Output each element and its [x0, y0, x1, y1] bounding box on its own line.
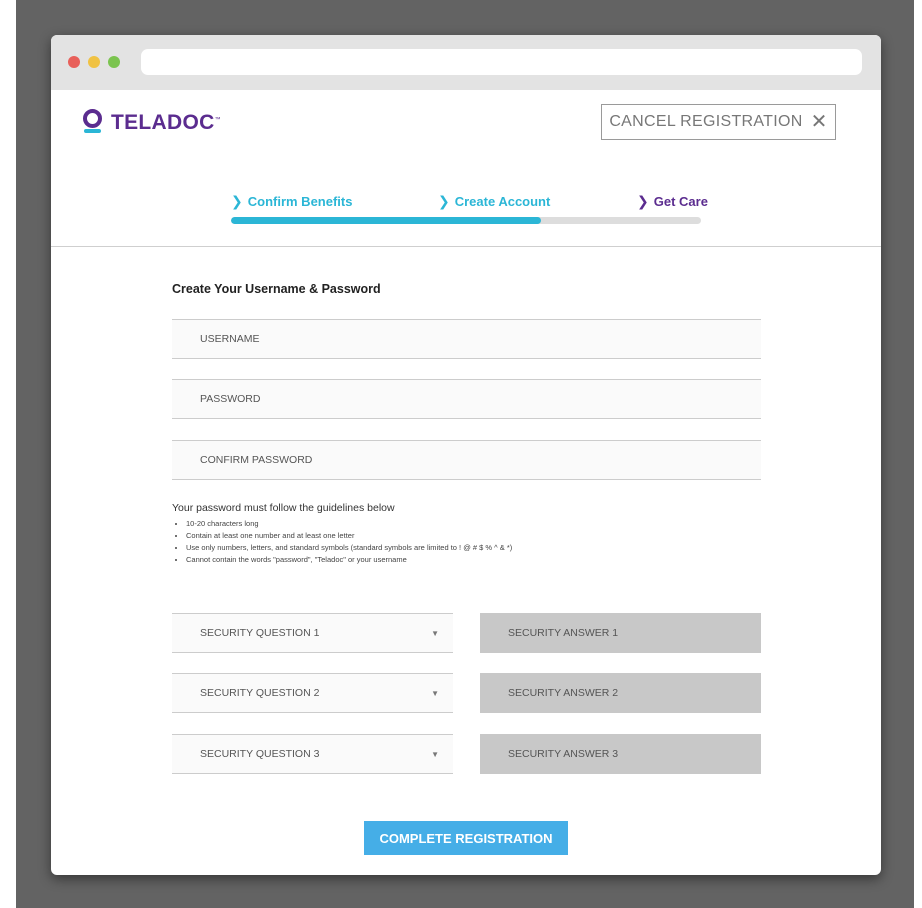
security-question-label: SECURITY QUESTION 2 [200, 687, 320, 699]
confirm-password-input[interactable] [172, 441, 761, 479]
caret-down-icon: ▼ [431, 628, 439, 638]
step-label: Create Account [454, 194, 551, 209]
step-create-account[interactable]: ❯ Create Account [438, 193, 550, 210]
registration-progress-bar [231, 217, 701, 224]
security-question-label: SECURITY QUESTION 1 [200, 627, 320, 639]
guidelines-list: 10-20 characters long Contain at least o… [172, 518, 512, 566]
security-answer-3-input[interactable] [480, 734, 761, 774]
address-bar[interactable] [141, 49, 862, 75]
security-answer-2-wrapper [480, 673, 761, 713]
window-maximize-dot[interactable] [108, 56, 120, 68]
chevron-right-icon: ❯ [637, 193, 649, 209]
chevron-right-icon: ❯ [438, 193, 450, 209]
password-field-wrapper [172, 379, 761, 419]
teladoc-logo[interactable]: TELADOC™ [83, 107, 221, 136]
security-answer-1-wrapper [480, 613, 761, 653]
security-answer-3-wrapper [480, 734, 761, 774]
caret-down-icon: ▼ [431, 688, 439, 698]
cancel-registration-label: CANCEL REGISTRATION [609, 113, 803, 130]
security-question-3-select[interactable]: SECURITY QUESTION 3 ▼ [172, 734, 453, 774]
window-minimize-dot[interactable] [88, 56, 100, 68]
guideline-item: Contain at least one number and at least… [186, 530, 512, 542]
chevron-right-icon: ❯ [231, 193, 243, 209]
header-divider [51, 246, 881, 247]
step-get-care[interactable]: ❯ Get Care [637, 193, 708, 210]
caret-down-icon: ▼ [431, 749, 439, 759]
password-guidelines: Your password must follow the guidelines… [172, 502, 512, 566]
password-input[interactable] [172, 380, 761, 418]
guideline-item: Use only numbers, letters, and standard … [186, 542, 512, 554]
confirm-password-field-wrapper [172, 440, 761, 480]
teladoc-logo-icon [83, 108, 103, 135]
security-answer-1-input[interactable] [480, 613, 761, 653]
form-title: Create Your Username & Password [172, 282, 381, 296]
guidelines-heading: Your password must follow the guidelines… [172, 502, 395, 514]
username-field-wrapper [172, 319, 761, 359]
close-icon: ✕ [810, 111, 828, 133]
complete-registration-button[interactable]: COMPLETE REGISTRATION [364, 821, 568, 855]
browser-window: TELADOC™ CANCEL REGISTRATION ✕ ❯ Confirm… [51, 35, 881, 875]
progress-fill [231, 217, 542, 224]
guideline-item: Cannot contain the words "password", "Te… [186, 554, 512, 566]
security-question-1-select[interactable]: SECURITY QUESTION 1 ▼ [172, 613, 453, 653]
logo-wordmark: TELADOC™ [111, 111, 221, 134]
security-question-label: SECURITY QUESTION 3 [200, 748, 320, 760]
username-input[interactable] [172, 320, 761, 358]
step-confirm-benefits[interactable]: ❯ Confirm Benefits [231, 193, 352, 210]
guideline-item: 10-20 characters long [186, 518, 512, 530]
window-close-dot[interactable] [68, 56, 80, 68]
step-label: Get Care [653, 194, 708, 209]
security-answer-2-input[interactable] [480, 673, 761, 713]
browser-chrome [51, 35, 881, 90]
cancel-registration-button[interactable]: CANCEL REGISTRATION ✕ [601, 104, 836, 140]
security-question-2-select[interactable]: SECURITY QUESTION 2 ▼ [172, 673, 453, 713]
step-label: Confirm Benefits [247, 194, 353, 209]
